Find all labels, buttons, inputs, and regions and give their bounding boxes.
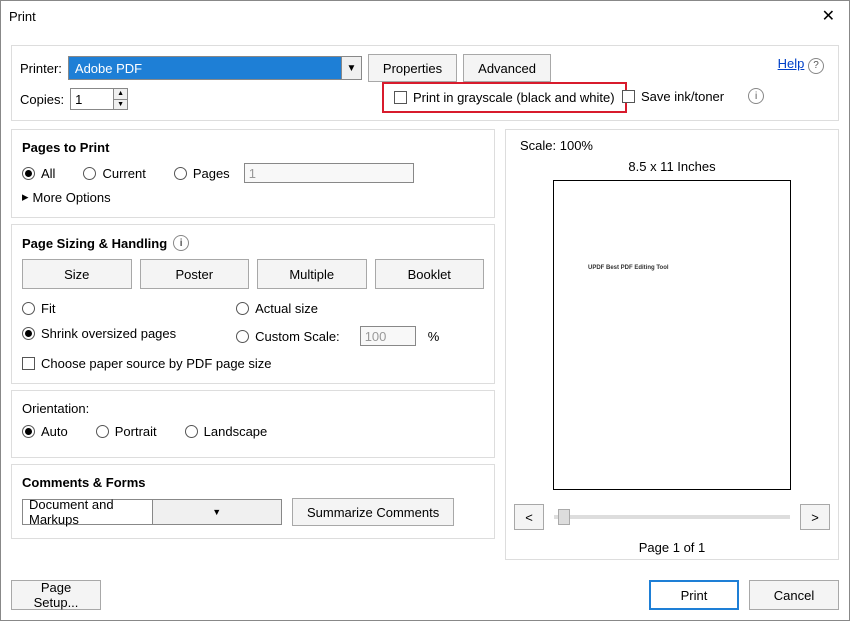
printer-select[interactable]: Adobe PDF ▼ xyxy=(68,56,362,80)
more-options-toggle[interactable]: ▸ More Options xyxy=(22,189,484,205)
chevron-down-icon[interactable]: ▼ xyxy=(341,57,361,79)
copies-spinner[interactable]: ▲ ▼ xyxy=(70,88,128,110)
preview-content: UPDF Best PDF Editing Tool xyxy=(588,265,669,271)
radio-fit[interactable] xyxy=(22,302,35,315)
tab-booklet[interactable]: Booklet xyxy=(375,259,485,289)
scale-label: Scale: 100% xyxy=(520,138,830,153)
cancel-button[interactable]: Cancel xyxy=(749,580,839,610)
info-icon[interactable]: i xyxy=(173,235,189,251)
summarize-button[interactable]: Summarize Comments xyxy=(292,498,454,526)
grayscale-highlight: Print in grayscale (black and white) xyxy=(382,82,627,113)
printer-value: Adobe PDF xyxy=(69,57,341,79)
printer-label: Printer: xyxy=(20,61,62,76)
comments-select[interactable]: Document and Markups ▼ xyxy=(22,499,282,525)
tab-multiple[interactable]: Multiple xyxy=(257,259,367,289)
sizing-heading: Page Sizing & Handling xyxy=(22,236,167,251)
help-icon[interactable]: ? xyxy=(808,58,824,74)
print-dialog: Print ✕ Printer: Adobe PDF ▼ Properties … xyxy=(0,0,850,621)
spinner-down-icon[interactable]: ▼ xyxy=(114,100,127,110)
printer-panel: Printer: Adobe PDF ▼ Properties Advanced… xyxy=(11,45,839,121)
page-indicator: Page 1 of 1 xyxy=(514,540,830,555)
pages-to-print-panel: Pages to Print All Current Pages ▸ More … xyxy=(11,129,495,218)
triangle-right-icon: ▸ xyxy=(22,189,29,205)
radio-portrait[interactable] xyxy=(96,425,109,438)
choose-paper-checkbox[interactable] xyxy=(22,357,35,370)
info-icon[interactable]: i xyxy=(748,88,764,104)
custom-scale-input[interactable] xyxy=(360,326,416,346)
tab-size[interactable]: Size xyxy=(22,259,132,289)
grayscale-label: Print in grayscale (black and white) xyxy=(413,90,615,105)
pages-heading: Pages to Print xyxy=(22,140,484,155)
sizing-panel: Page Sizing & Handling i Size Poster Mult… xyxy=(11,224,495,384)
tab-poster[interactable]: Poster xyxy=(140,259,250,289)
orientation-panel: Orientation: Auto Portrait Landscape xyxy=(11,390,495,458)
radio-all[interactable] xyxy=(22,167,35,180)
page-setup-button[interactable]: Page Setup... xyxy=(11,580,101,610)
orientation-heading: Orientation: xyxy=(22,401,484,416)
comments-heading: Comments & Forms xyxy=(22,475,484,490)
close-icon[interactable]: ✕ xyxy=(816,4,841,28)
copies-input[interactable] xyxy=(70,88,114,110)
radio-shrink[interactable] xyxy=(22,327,35,340)
save-ink-checkbox[interactable] xyxy=(622,90,635,103)
page-preview: UPDF Best PDF Editing Tool xyxy=(553,180,791,490)
grayscale-checkbox[interactable] xyxy=(394,91,407,104)
radio-current[interactable] xyxy=(83,167,96,180)
properties-button[interactable]: Properties xyxy=(368,54,457,82)
window-title: Print xyxy=(9,9,816,24)
save-ink-label: Save ink/toner xyxy=(641,89,724,104)
radio-pages[interactable] xyxy=(174,167,187,180)
copies-label: Copies: xyxy=(20,92,64,107)
dimensions-label: 8.5 x 11 Inches xyxy=(514,159,830,174)
radio-custom[interactable] xyxy=(236,330,249,343)
help-link[interactable]: Help ? xyxy=(778,56,824,74)
comments-panel: Comments & Forms Document and Markups ▼ … xyxy=(11,464,495,539)
titlebar: Print ✕ xyxy=(1,1,849,31)
radio-auto[interactable] xyxy=(22,425,35,438)
pages-input[interactable] xyxy=(244,163,414,183)
print-button[interactable]: Print xyxy=(649,580,739,610)
prev-page-button[interactable]: < xyxy=(514,504,544,530)
preview-panel: Scale: 100% 8.5 x 11 Inches UPDF Best PD… xyxy=(505,129,839,560)
slider-thumb[interactable] xyxy=(558,509,570,525)
radio-landscape[interactable] xyxy=(185,425,198,438)
next-page-button[interactable]: > xyxy=(800,504,830,530)
page-slider[interactable] xyxy=(554,515,790,519)
advanced-button[interactable]: Advanced xyxy=(463,54,551,82)
spinner-up-icon[interactable]: ▲ xyxy=(114,89,127,100)
radio-actual[interactable] xyxy=(236,302,249,315)
chevron-down-icon[interactable]: ▼ xyxy=(152,500,282,524)
